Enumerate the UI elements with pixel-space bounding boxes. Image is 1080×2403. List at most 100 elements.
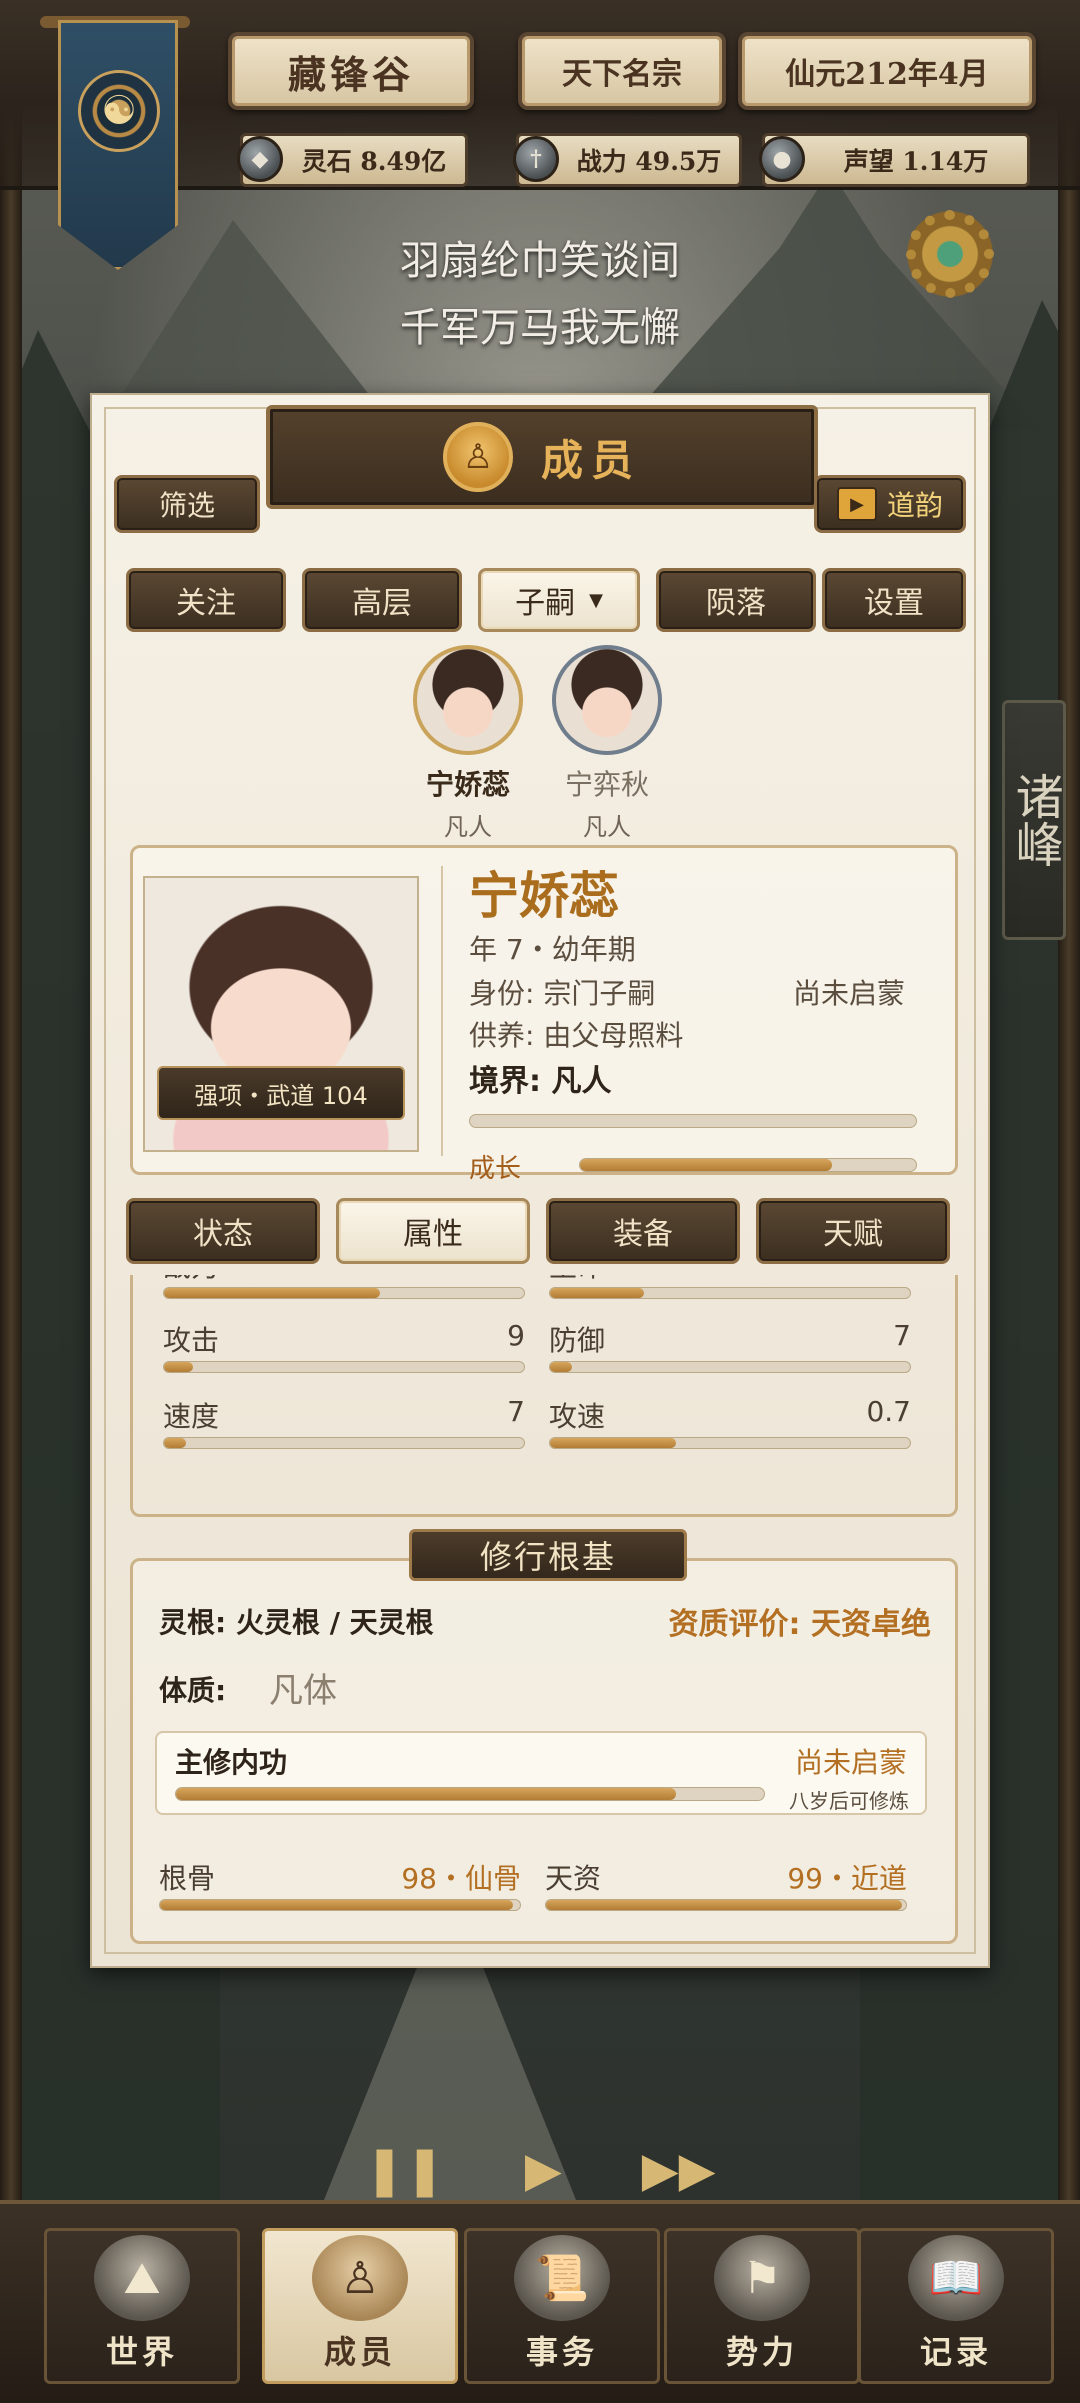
character-age: 年 7・幼年期 — [469, 933, 636, 966]
talent-bar — [545, 1899, 907, 1911]
nav-affairs[interactable]: 📜 事务 — [464, 2228, 660, 2384]
sect-emblem-icon[interactable]: ☯ — [78, 70, 160, 152]
side-tab-label: 诸峰 — [1006, 772, 1063, 868]
tab-heirs-dropdown[interactable]: 子嗣 ▼ — [478, 568, 640, 632]
attributes-list[interactable]: 战力 30 生命 27 攻击 9 防御 7 速度 7 攻速 0.7 — [130, 1275, 958, 1517]
child-card[interactable]: 宁弈秋 凡人 — [542, 645, 672, 842]
game-date: 仙元212年4月 — [738, 32, 1036, 110]
attribute-label: 攻速 — [549, 1400, 606, 1433]
physique-label: 体质: — [159, 1674, 227, 1707]
attribute-value: 7 — [893, 1319, 911, 1352]
combat-power-value: 战力 49.5万 — [576, 147, 722, 176]
side-tab-peaks[interactable]: 诸峰 — [1002, 700, 1066, 940]
sword-icon: † — [513, 136, 559, 182]
attribute-value: 9 — [507, 1319, 525, 1352]
enlightenment-status: 尚未启蒙 — [793, 977, 906, 1010]
pause-icon[interactable]: ❚❚ — [364, 2142, 444, 2198]
technique-status: 尚未启蒙 — [794, 1746, 907, 1779]
growth-progress-bar — [579, 1158, 917, 1172]
nav-label: 记录 — [919, 2333, 992, 2371]
chevron-down-icon: ▼ — [589, 589, 603, 611]
spirit-stone-icon: ◆ — [237, 136, 283, 182]
strength-badge: 强项・武道 104 — [157, 1066, 405, 1120]
prestige-stat: ● 声望 1.14万 — [759, 133, 1030, 187]
attribute-bar-fill — [164, 1438, 186, 1448]
attribute-value: 0.7 — [866, 1395, 911, 1428]
aptitude-evaluation: 资质评价: 天资卓绝 — [668, 1607, 931, 1642]
scroll-icon: 📜 — [514, 2235, 610, 2321]
tab-settings[interactable]: 设置 — [822, 568, 966, 632]
filter-button[interactable]: 筛选 — [114, 475, 260, 533]
nav-label: 世界 — [105, 2333, 178, 2371]
prestige-value: 声望 1.14万 — [843, 147, 989, 176]
bottom-nav: ⛰ 世界 ♙ 成员 📜 事务 ⚑ 势力 📖 记录 — [0, 2200, 1080, 2403]
profile-card: 强项・武道 104 宁娇蕊 年 7・幼年期 身份: 宗门子嗣 尚未启蒙 供养: … — [130, 845, 958, 1184]
nav-members[interactable]: ♙ 成员 — [262, 2228, 458, 2384]
nav-label: 势力 — [725, 2333, 798, 2371]
panel-title-bar: ♙ 成员 — [266, 405, 818, 509]
technique-label: 主修内功 — [175, 1746, 288, 1779]
divider — [441, 866, 443, 1156]
growth-progress-fill — [580, 1159, 832, 1171]
attribute-bar — [163, 1437, 525, 1449]
daoyun-label: 道韵 — [886, 489, 943, 522]
attribute-bar — [549, 1437, 911, 1449]
nav-factions[interactable]: ⚑ 势力 — [664, 2228, 860, 2384]
tab-talents[interactable]: 天赋 — [756, 1198, 950, 1264]
tab-equipment[interactable]: 装备 — [546, 1198, 740, 1264]
tab-senior[interactable]: 高层 — [302, 568, 462, 632]
character-support: 供养: 由父母照料 — [469, 1019, 684, 1052]
world-icon: ⛰ — [94, 2235, 190, 2321]
play-icon[interactable]: ▶ — [525, 2142, 562, 2198]
spirit-stone-value: 灵石 8.49亿 — [301, 147, 447, 176]
attribute-bar-fill — [164, 1362, 193, 1372]
attribute-bar — [163, 1287, 525, 1299]
attribute-value: 7 — [507, 1395, 525, 1428]
cultivation-section: 修行根基 灵根: 火灵根 / 天灵根 资质评价: 天资卓绝 体质: 凡体 主修内… — [130, 1529, 958, 1944]
growth-label: 成长 — [469, 1154, 522, 1184]
sect-name: 藏锋谷 — [228, 32, 474, 110]
panel-title: 成员 — [540, 435, 641, 485]
child-realm: 凡人 — [583, 813, 631, 841]
tab-heirs-label: 子嗣 — [515, 586, 576, 621]
attribute-bar-fill — [550, 1288, 644, 1298]
cultivation-progress-bar — [469, 1114, 917, 1128]
daoyun-button[interactable]: ▶ 道韵 — [814, 475, 966, 533]
bone-value: 98・仙骨 — [401, 1862, 521, 1895]
cultivation-title: 修行根基 — [409, 1529, 687, 1581]
member-avatar-icon: ♙ — [442, 422, 513, 492]
attribute-label: 攻击 — [163, 1324, 220, 1357]
attribute-bar — [549, 1361, 911, 1373]
time-controls: ❚❚ ▶ ▶▶ — [300, 2130, 780, 2210]
tab-fallen[interactable]: 陨落 — [656, 568, 816, 632]
sect-rank: 天下名宗 — [518, 32, 726, 110]
nav-records[interactable]: 📖 记录 — [858, 2228, 1054, 2384]
nav-world[interactable]: ⛰ 世界 — [44, 2228, 240, 2384]
play-video-icon: ▶ — [836, 487, 877, 521]
bone-label: 根骨 — [159, 1862, 216, 1895]
tab-attributes[interactable]: 属性 — [336, 1198, 530, 1264]
tab-follow[interactable]: 关注 — [126, 568, 286, 632]
child-card[interactable]: 宁娇蕊 凡人 — [403, 645, 533, 842]
technique-progress-fill — [176, 1788, 676, 1800]
spirit-stone-stat: ◆ 灵石 8.49亿 — [237, 133, 468, 187]
main-technique-card[interactable]: 主修内功 尚未启蒙 八岁后可修炼 — [155, 1731, 927, 1815]
attribute-bar — [549, 1287, 911, 1299]
technique-note: 八岁后可修炼 — [789, 1789, 909, 1813]
child-avatar — [552, 645, 662, 755]
child-realm: 凡人 — [444, 813, 492, 841]
attribute-label: 防御 — [549, 1324, 606, 1357]
settings-gear-icon[interactable] — [902, 206, 998, 302]
talent-value: 99・近道 — [787, 1862, 907, 1895]
talent-bar-fill — [546, 1900, 903, 1910]
frame-right — [1058, 0, 1080, 2403]
physique-value: 凡体 — [269, 1671, 337, 1711]
book-icon: 📖 — [908, 2235, 1004, 2321]
nav-label: 成员 — [323, 2333, 396, 2371]
spirit-root: 灵根: 火灵根 / 天灵根 — [159, 1606, 434, 1639]
attribute-label: 生命 — [549, 1275, 605, 1285]
member-icon: ♙ — [312, 2235, 408, 2321]
tab-status[interactable]: 状态 — [126, 1198, 320, 1264]
fast-forward-icon[interactable]: ▶▶ — [642, 2142, 716, 2198]
combat-power-stat: † 战力 49.5万 — [513, 133, 742, 187]
